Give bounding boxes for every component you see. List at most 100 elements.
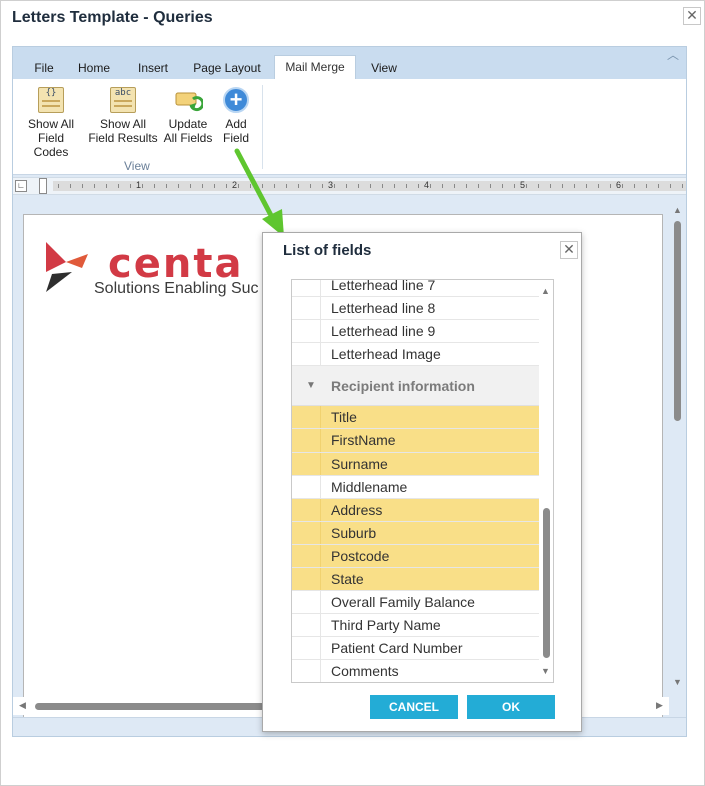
row-select-cell[interactable] (292, 544, 321, 568)
tab-file[interactable]: File (31, 59, 57, 79)
row-select-cell[interactable] (292, 406, 321, 429)
field-row[interactable]: Letterhead line 8 (292, 297, 539, 321)
show-all-field-results-button[interactable]: abc Show All Field Results (88, 87, 158, 145)
tab-view[interactable]: View (369, 59, 399, 79)
field-row[interactable]: Address (292, 498, 539, 522)
document-vertical-scrollbar[interactable]: ▲ ▼ (669, 197, 686, 697)
field-row[interactable]: Letterhead line 9 (292, 320, 539, 344)
field-row[interactable]: Patient Card Number (292, 637, 539, 661)
ruler-tick (490, 184, 491, 188)
ruler-tick (142, 184, 143, 188)
ruler-tick (454, 184, 455, 188)
field-row[interactable]: Comments (292, 660, 539, 682)
row-select-cell[interactable] (292, 343, 321, 366)
ribbon-tab-bar: File Home Insert Page Layout Mail Merge … (13, 47, 686, 80)
tab-mail-merge[interactable]: Mail Merge (274, 55, 356, 80)
field-label: State (331, 571, 364, 588)
tab-home[interactable]: Home (75, 59, 113, 79)
field-row[interactable]: Letterhead line 7 (292, 280, 539, 298)
field-row[interactable]: Overall Family Balance (292, 591, 539, 615)
scroll-up-icon[interactable]: ▲ (673, 205, 682, 215)
ruler-tick (334, 184, 335, 188)
row-select-cell[interactable] (292, 475, 321, 498)
fields-list-rows: Letterhead line 7 Letterhead line 8 Letter… (292, 280, 539, 682)
scroll-thumb[interactable] (35, 703, 265, 710)
update-all-fields-button[interactable]: Update All Fields (162, 87, 214, 145)
scroll-thumb[interactable] (543, 508, 550, 658)
ruler-tick (358, 184, 359, 188)
tab-stop-selector-icon[interactable]: ∟ (15, 180, 27, 192)
window-close-icon[interactable]: ✕ (683, 7, 701, 25)
row-select-cell[interactable] (292, 637, 321, 660)
ruler-number: 1 (136, 180, 142, 190)
update-line1: Update (168, 117, 208, 131)
row-select-cell[interactable] (292, 498, 321, 521)
ruler-tick (550, 184, 551, 188)
scroll-down-icon[interactable]: ▼ (673, 677, 682, 687)
scroll-thumb[interactable] (674, 221, 681, 421)
fields-list[interactable]: Letterhead line 7 Letterhead line 8 Letter… (291, 279, 554, 683)
ruler-tick (58, 184, 59, 188)
row-select-cell[interactable] (292, 320, 321, 343)
field-row[interactable]: Surname (292, 452, 539, 476)
show-all-field-codes-button[interactable]: {} Show All Field Codes (19, 87, 83, 159)
ruler-tick (94, 184, 95, 188)
collapse-triangle-icon[interactable]: ▼ (306, 366, 316, 406)
field-label: Letterhead line 9 (331, 323, 436, 340)
field-codes-icon: {} (38, 87, 64, 113)
field-row[interactable]: State (292, 568, 539, 592)
ruler-tick (310, 184, 311, 188)
fields-list-scrollbar[interactable]: ▲ ▼ (539, 280, 553, 682)
field-label: Suburb (331, 524, 377, 541)
field-row[interactable]: FirstName (292, 429, 539, 453)
ruler-tick (418, 184, 419, 188)
row-select-cell[interactable] (292, 660, 321, 682)
cancel-button[interactable]: CANCEL (370, 695, 458, 719)
field-row[interactable]: Postcode (292, 544, 539, 569)
indent-marker-icon[interactable] (39, 178, 47, 194)
ruler-number: 5 (520, 180, 526, 190)
ruler-tick (682, 184, 683, 188)
ok-button[interactable]: OK (467, 695, 555, 719)
row-select-cell[interactable] (292, 521, 321, 544)
ruler-tick (586, 184, 587, 188)
ruler-tick (610, 184, 611, 188)
window-title: Letters Template - Queries (12, 9, 213, 26)
collapse-ribbon-icon[interactable]: ︿ (666, 48, 680, 62)
tab-insert[interactable]: Insert (133, 59, 173, 79)
group-header-row[interactable]: ▼ Recipient information (292, 366, 539, 407)
ruler-tick (226, 184, 227, 188)
field-row[interactable]: Suburb (292, 521, 539, 545)
show-codes-line2: Field Codes (33, 131, 69, 159)
row-select-cell[interactable] (292, 591, 321, 614)
ruler-tick (346, 184, 347, 188)
company-logo-mark (46, 242, 88, 292)
ruler-tick (130, 184, 131, 188)
ruler-tick (574, 184, 575, 188)
field-row[interactable]: Third Party Name (292, 614, 539, 638)
row-select-cell[interactable] (292, 614, 321, 637)
row-select-cell[interactable] (292, 429, 321, 452)
dialog-close-icon[interactable]: ✕ (560, 241, 578, 259)
field-label: Letterhead line 8 (331, 300, 436, 317)
tab-page-layout[interactable]: Page Layout (191, 59, 263, 79)
field-row[interactable]: Letterhead Image (292, 343, 539, 367)
ribbon-group-label-view: View (124, 159, 150, 173)
horizontal-ruler[interactable]: ∟ 1 2 3 4 5 6 (13, 177, 686, 195)
row-select-cell[interactable] (292, 568, 321, 591)
add-line1: Add (225, 117, 247, 131)
scroll-down-icon[interactable]: ▼ (541, 666, 550, 676)
company-logo-tagline: Solutions Enabling Suc (94, 280, 259, 297)
row-select-cell[interactable] (292, 452, 321, 475)
update-fields-icon (175, 87, 205, 113)
ruler-number: 4 (424, 180, 430, 190)
field-row[interactable]: Title (292, 406, 539, 430)
add-field-button[interactable]: + Add Field (219, 87, 253, 145)
field-row[interactable]: Middlename (292, 475, 539, 499)
scroll-up-icon[interactable]: ▲ (541, 286, 550, 296)
scroll-left-icon[interactable]: ◀ (19, 700, 26, 711)
ruler-tick (634, 184, 635, 188)
scroll-right-icon[interactable]: ▶ (656, 700, 663, 711)
row-select-cell[interactable] (292, 280, 321, 297)
row-select-cell[interactable] (292, 297, 321, 320)
